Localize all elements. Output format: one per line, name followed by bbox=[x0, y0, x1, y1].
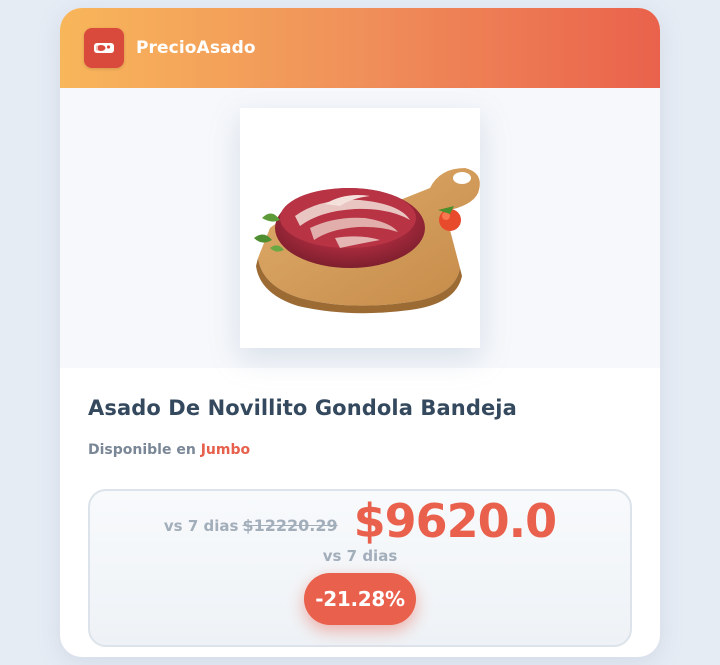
meat-icon bbox=[94, 43, 114, 53]
asado-on-cutting-board-image bbox=[254, 168, 480, 314]
product-title: Asado De Novillito Gondola Bandeja bbox=[88, 396, 517, 420]
availability-label: Disponible en bbox=[88, 442, 196, 458]
brand-name[interactable]: PrecioAsado bbox=[136, 38, 256, 58]
comparison-label-secondary: vs 7 dias bbox=[322, 547, 398, 565]
brand-logo[interactable] bbox=[84, 28, 124, 68]
store-name[interactable]: Jumbo bbox=[201, 442, 250, 458]
app-header: PrecioAsado bbox=[60, 8, 660, 88]
product-image-area bbox=[60, 88, 660, 368]
product-card: PrecioAsado Asado De Novillito Gondola B… bbox=[60, 8, 660, 657]
previous-price: $12220.29 bbox=[242, 516, 338, 535]
discount-badge: -21.28% bbox=[304, 573, 416, 625]
price-row: vs 7 dias $12220.29 $9620.0 bbox=[90, 491, 630, 544]
comparison-label: vs 7 dias bbox=[163, 517, 239, 535]
product-image[interactable] bbox=[240, 108, 480, 348]
price-comparison-box: vs 7 dias $12220.29 $9620.0 vs 7 dias -2… bbox=[88, 489, 632, 647]
availability-text: Disponible en Jumbo bbox=[88, 442, 632, 458]
current-price: $9620.0 bbox=[353, 494, 558, 548]
